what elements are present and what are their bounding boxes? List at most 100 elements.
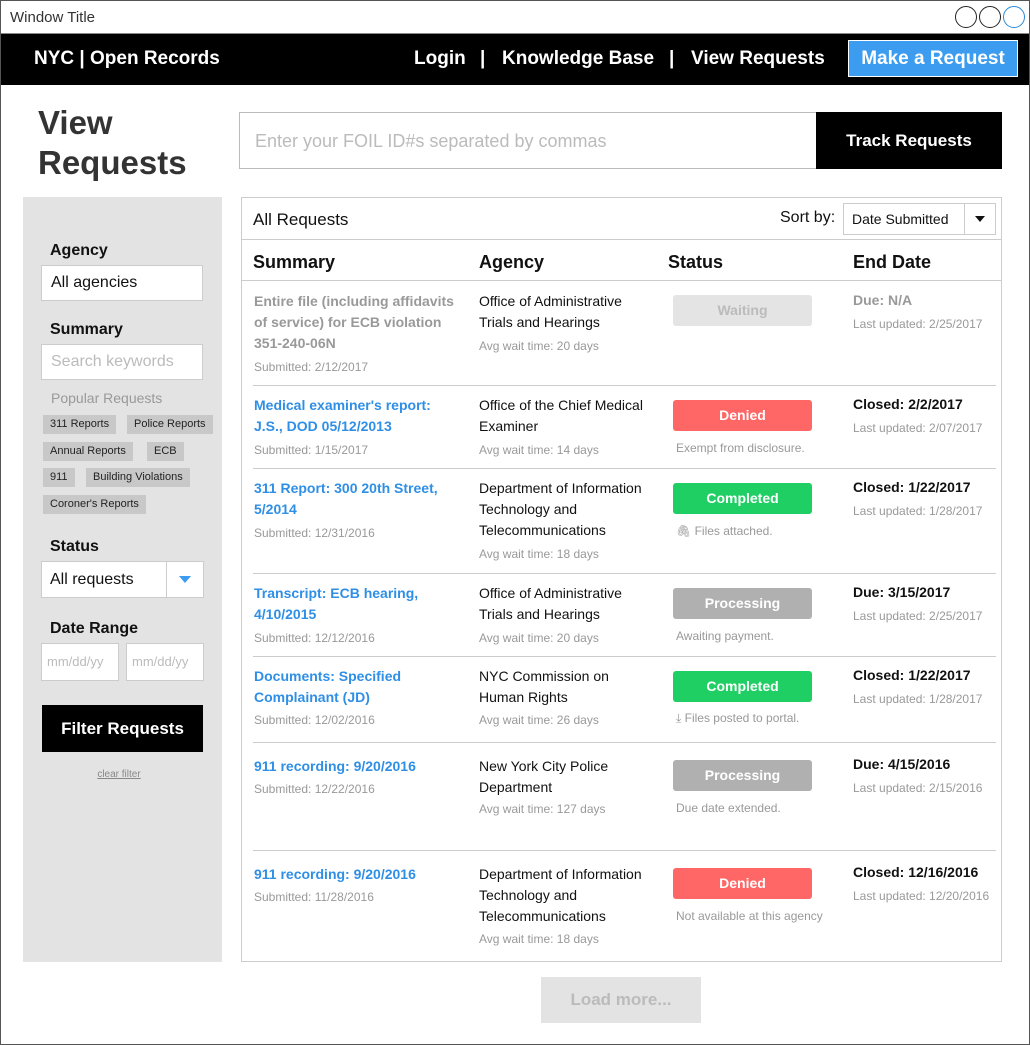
row-divider: [253, 385, 996, 386]
panel-header: All Requests Sort by: Date Submitted: [242, 198, 1001, 240]
end-date: Closed: 1/22/2017: [853, 667, 971, 683]
chevron-down-icon: [975, 216, 985, 222]
foil-id-search-input[interactable]: Enter your FOIL ID#s separated by commas: [239, 112, 817, 169]
submitted-date: Submitted: 12/12/2016: [254, 631, 375, 645]
paperclip-icon: 🖇︎: [676, 524, 695, 538]
status-note: Due date extended.: [676, 801, 781, 815]
tag-911[interactable]: 911: [43, 468, 75, 487]
row-divider: [253, 468, 996, 469]
load-more-button[interactable]: Load more...: [541, 977, 701, 1023]
select-divider: [964, 204, 965, 234]
date-from-input[interactable]: mm/dd/yy: [41, 643, 119, 681]
row-divider: [253, 656, 996, 657]
tag-ecb[interactable]: ECB: [147, 442, 184, 461]
nav-separator: |: [480, 48, 486, 69]
last-updated: Last updated: 2/15/2016: [853, 781, 983, 795]
agency-name: Department of Information Technology and…: [479, 866, 642, 924]
row-divider: [253, 573, 996, 574]
tag-building-violations[interactable]: Building Violations: [86, 468, 190, 487]
last-updated: Last updated: 1/28/2017: [853, 504, 983, 518]
requests-panel: All Requests Sort by: Date Submitted Sum…: [241, 197, 1002, 962]
end-date: Closed: 1/22/2017: [853, 479, 971, 495]
status-note-text: Files attached.: [694, 524, 773, 538]
status-note: Not available at this agency: [676, 909, 823, 923]
status-note: ⤓ Files posted to portal.: [676, 711, 799, 726]
avg-wait-time: Avg wait time: 20 days: [479, 631, 599, 645]
status-note-text: Files posted to portal.: [684, 711, 800, 725]
last-updated: Last updated: 2/07/2017: [853, 421, 983, 435]
status-note: Exempt from disclosure.: [676, 441, 805, 455]
make-request-button[interactable]: Make a Request: [848, 40, 1018, 77]
nav-knowledge-base[interactable]: Knowledge Base: [502, 48, 654, 70]
window-button-close[interactable]: [955, 6, 977, 28]
chevron-down-icon: [179, 576, 191, 583]
status-label: Status: [50, 538, 99, 555]
clear-filter-link[interactable]: clear filter: [23, 769, 215, 780]
avg-wait-time: Avg wait time: 20 days: [479, 339, 599, 353]
submitted-date: Submitted: 2/12/2017: [254, 360, 369, 374]
avg-wait-time: Avg wait time: 18 days: [479, 932, 599, 946]
row-divider: [253, 742, 996, 743]
summary-label: Summary: [50, 321, 123, 338]
brand-logo[interactable]: NYC | Open Records: [34, 48, 220, 70]
agency-name: Office of Administrative Trials and Hear…: [479, 293, 622, 330]
status-note: 🖇︎ Files attached.: [676, 524, 773, 538]
submitted-date: Submitted: 12/22/2016: [254, 782, 375, 796]
end-date: Closed: 2/2/2017: [853, 396, 963, 412]
status-badge: Completed: [673, 483, 812, 514]
request-title[interactable]: Transcript: ECB hearing, 4/10/2015: [254, 583, 454, 625]
nav-separator: |: [669, 48, 675, 69]
window-controls: [955, 6, 1025, 28]
column-header-end-date[interactable]: End Date: [853, 252, 931, 273]
end-date: Due: 4/15/2016: [853, 756, 951, 772]
keyword-search-input[interactable]: Search keywords: [41, 344, 203, 380]
agency-name: Office of Administrative Trials and Hear…: [479, 585, 622, 622]
request-title[interactable]: 911 recording: 9/20/2016: [254, 864, 454, 885]
status-select[interactable]: All requests: [41, 561, 204, 598]
download-icon: ⤓: [676, 711, 685, 725]
track-requests-button[interactable]: Track Requests: [816, 112, 1002, 169]
sort-select-value: Date Submitted: [852, 211, 949, 227]
date-to-input[interactable]: mm/dd/yy: [126, 643, 204, 681]
avg-wait-time: Avg wait time: 26 days: [479, 713, 599, 727]
request-title[interactable]: Entire file (including affidavits of ser…: [254, 291, 454, 354]
last-updated: Last updated: 1/28/2017: [853, 692, 983, 706]
column-header-summary[interactable]: Summary: [253, 252, 335, 273]
request-title[interactable]: 911 recording: 9/20/2016: [254, 756, 454, 777]
column-header-status[interactable]: Status: [668, 252, 723, 273]
status-note: Awaiting payment.: [676, 629, 774, 643]
submitted-date: Submitted: 12/02/2016: [254, 713, 375, 727]
request-title[interactable]: Medical examiner's report: J.S., DOD 05/…: [254, 395, 454, 437]
submitted-date: Submitted: 12/31/2016: [254, 526, 375, 540]
tag-311-reports[interactable]: 311 Reports: [43, 415, 117, 434]
select-divider: [166, 562, 167, 597]
agency-label: Agency: [50, 242, 108, 259]
submitted-date: Submitted: 11/28/2016: [254, 890, 374, 904]
popular-requests-label: Popular Requests: [51, 390, 163, 406]
tag-police-reports[interactable]: Police Reports: [127, 415, 213, 434]
last-updated: Last updated: 2/25/2017: [853, 609, 983, 623]
sort-select[interactable]: Date Submitted: [843, 203, 996, 235]
status-select-value: All requests: [50, 571, 134, 588]
request-title[interactable]: Documents: Specified Complainant (JD): [254, 666, 454, 708]
sort-label: Sort by:: [780, 209, 836, 226]
window-button-minimize[interactable]: [979, 6, 1001, 28]
window-button-maximize[interactable]: [1003, 6, 1025, 28]
agency-name: Office of the Chief Medical Examiner: [479, 397, 643, 434]
filter-requests-button[interactable]: Filter Requests: [42, 705, 203, 752]
tag-annual-reports[interactable]: Annual Reports: [43, 442, 133, 461]
request-title[interactable]: 311 Report: 300 20th Street, 5/2014: [254, 478, 454, 520]
header-divider: [242, 280, 1001, 281]
end-date: Due: 3/15/2017: [853, 584, 951, 600]
tag-coroners-reports[interactable]: Coroner's Reports: [43, 495, 146, 514]
last-updated: Last updated: 12/20/2016: [853, 889, 990, 903]
nav-view-requests[interactable]: View Requests: [691, 48, 825, 70]
panel-title: All Requests: [253, 210, 349, 229]
agency-name: NYC Commission on Human Rights: [479, 668, 609, 705]
status-badge: Processing: [673, 588, 812, 619]
status-badge: Completed: [673, 671, 812, 702]
nav-login[interactable]: Login: [414, 48, 466, 70]
agency-field[interactable]: All agencies: [41, 265, 203, 301]
column-header-agency[interactable]: Agency: [479, 252, 544, 273]
avg-wait-time: Avg wait time: 18 days: [479, 547, 599, 561]
